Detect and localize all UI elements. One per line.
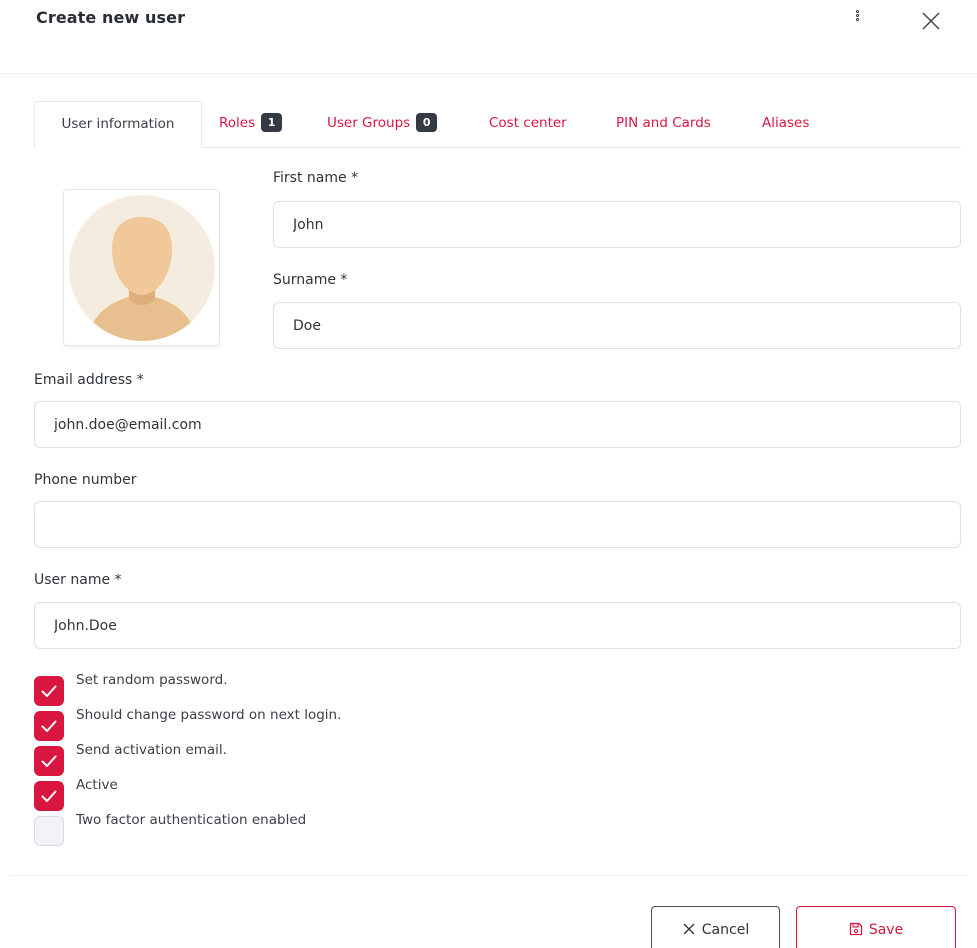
tab-roles[interactable]: Roles 1 (219, 101, 283, 148)
checkbox-label: Two factor authentication enabled (76, 812, 307, 828)
surname-field[interactable] (273, 302, 961, 349)
tab-cost-center[interactable]: Cost center (489, 101, 567, 148)
user-groups-count-badge: 0 (416, 113, 438, 132)
check-icon (41, 720, 57, 732)
tab-label: User Groups (327, 115, 411, 131)
tab-label: Aliases (762, 115, 810, 131)
phone-input[interactable] (35, 502, 960, 547)
dialog-title: Create new user (36, 8, 186, 27)
user-silhouette-icon (69, 195, 215, 341)
close-icon[interactable] (918, 8, 944, 34)
surname-input[interactable] (274, 303, 960, 348)
first-name-label: First name * (273, 170, 359, 186)
tab-bar: User information Roles 1 User Groups 0 Cos… (34, 101, 961, 148)
save-button[interactable]: Save (796, 906, 956, 948)
checkbox-label: Send activation email. (76, 742, 227, 758)
dialog-header: Create new user (0, 0, 977, 74)
tab-label: Roles (219, 115, 256, 131)
username-input[interactable] (35, 603, 960, 648)
checkbox-label: Set random password. (76, 672, 228, 688)
email-input[interactable] (35, 402, 960, 447)
send-activation-email-option[interactable]: Send activation email. (34, 742, 534, 776)
phone-label: Phone number (34, 472, 137, 488)
email-field[interactable] (34, 401, 961, 448)
two-factor-option[interactable]: Two factor authentication enabled (34, 812, 534, 846)
tab-label: Cost center (489, 115, 567, 131)
tab-aliases[interactable]: Aliases (762, 101, 809, 148)
first-name-input[interactable] (274, 202, 960, 247)
username-label: User name * (34, 572, 122, 588)
tab-pin-and-cards[interactable]: PIN and Cards (616, 101, 711, 148)
kebab-menu-icon[interactable] (851, 9, 863, 29)
checkbox[interactable] (34, 746, 64, 776)
cancel-button[interactable]: Cancel (651, 906, 780, 948)
checkbox[interactable] (34, 781, 64, 811)
username-field[interactable] (34, 602, 961, 649)
active-option[interactable]: Active (34, 777, 534, 811)
phone-field[interactable] (34, 501, 961, 548)
email-label: Email address * (34, 372, 144, 388)
roles-count-badge: 1 (261, 113, 283, 132)
floppy-disk-icon (849, 922, 862, 936)
tab-label: PIN and Cards (616, 115, 711, 131)
x-icon (683, 923, 695, 935)
tab-user-groups[interactable]: User Groups 0 (327, 101, 438, 148)
checkbox-label: Should change password on next login. (76, 707, 342, 723)
surname-label: Surname * (273, 272, 348, 288)
tab-user-information[interactable]: User information (34, 101, 202, 148)
cancel-label: Cancel (701, 922, 750, 938)
checkbox[interactable] (34, 676, 64, 706)
should-change-password-option[interactable]: Should change password on next login. (34, 707, 534, 741)
check-icon (41, 790, 57, 802)
save-label: Save (868, 922, 904, 938)
avatar-upload[interactable] (63, 189, 220, 346)
set-random-password-option[interactable]: Set random password. (34, 672, 534, 706)
checkbox-label: Active (76, 777, 118, 793)
first-name-field[interactable] (273, 201, 961, 248)
check-icon (41, 755, 57, 767)
tab-label: User information (61, 116, 175, 132)
checkbox[interactable] (34, 711, 64, 741)
checkbox[interactable] (34, 816, 64, 846)
footer-divider (10, 875, 967, 876)
check-icon (41, 685, 57, 697)
